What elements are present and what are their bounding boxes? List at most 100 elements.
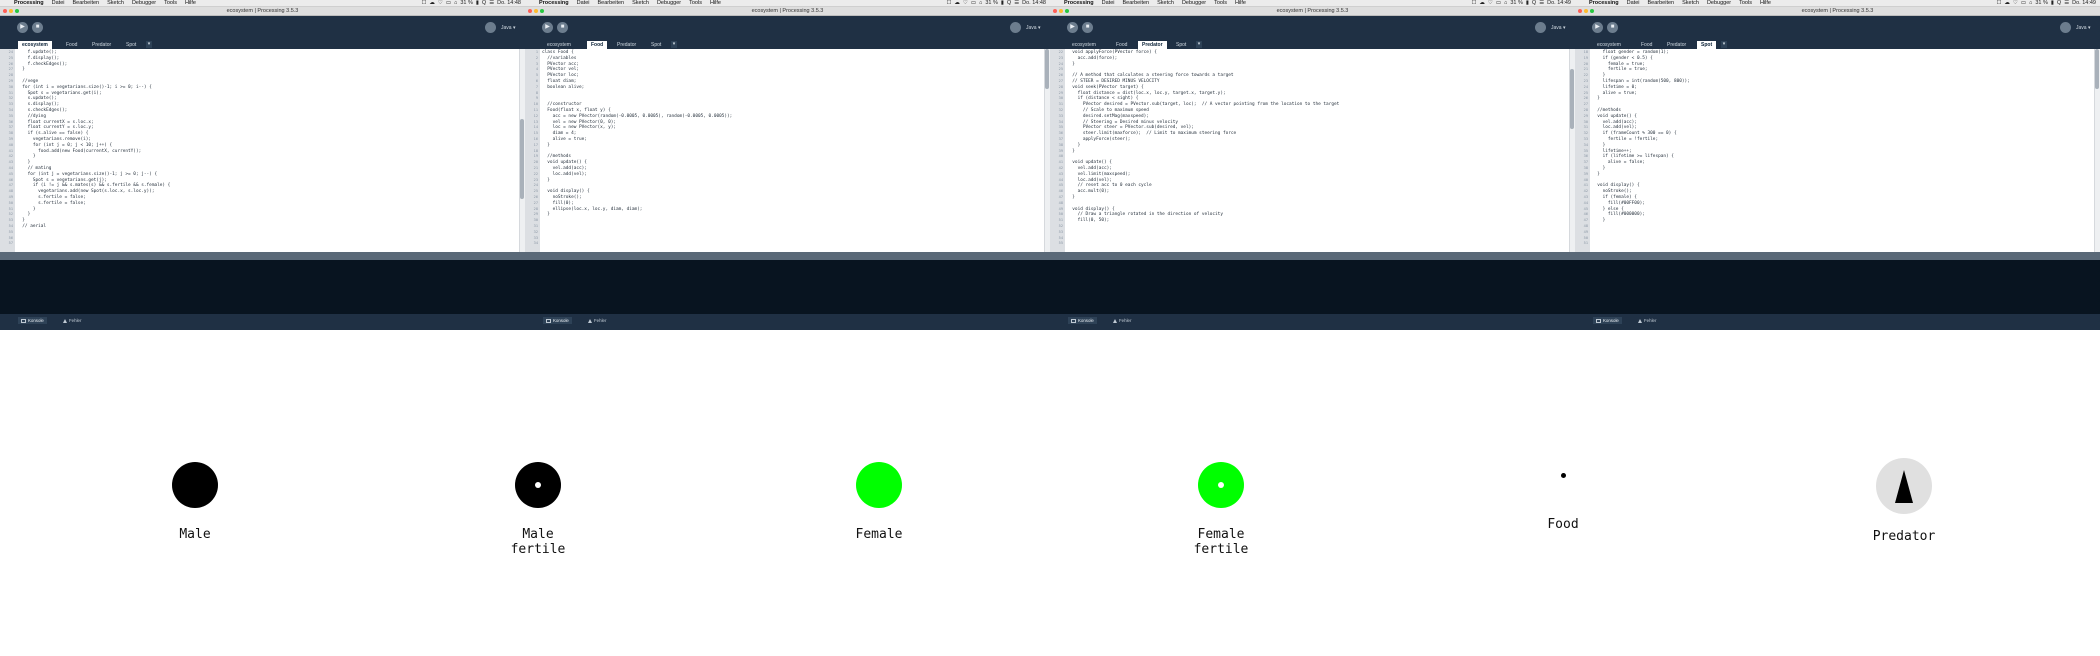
close-window-button[interactable] bbox=[528, 9, 532, 13]
tab-menu-button[interactable]: ▾ bbox=[671, 41, 677, 48]
errors-tab[interactable]: Fehler bbox=[1635, 317, 1659, 324]
errors-tab[interactable]: Fehler bbox=[1110, 317, 1134, 324]
menu-item-5[interactable]: Hilfe bbox=[706, 0, 725, 6]
run-button[interactable]: ▶ bbox=[1592, 22, 1603, 33]
stop-button[interactable]: ■ bbox=[1082, 22, 1093, 33]
run-button[interactable]: ▶ bbox=[542, 22, 553, 33]
scrollbar-thumb[interactable] bbox=[1570, 69, 1574, 129]
status-icon[interactable]: ⌂ bbox=[979, 0, 982, 6]
tab-ecosystem[interactable]: ecosystem bbox=[1593, 41, 1625, 49]
tab-food[interactable]: Food bbox=[1112, 41, 1131, 49]
tab-spot[interactable]: Spot bbox=[647, 41, 665, 49]
status-icon[interactable]: ▮ bbox=[1001, 0, 1004, 6]
tab-food[interactable]: Food bbox=[62, 41, 81, 49]
menu-item-5[interactable]: Hilfe bbox=[181, 0, 200, 6]
tab-ecosystem[interactable]: ecosystem bbox=[1068, 41, 1100, 49]
stop-button[interactable]: ■ bbox=[32, 22, 43, 33]
code-text[interactable]: f.update(); f.display(); f.checkEdges();… bbox=[17, 49, 519, 252]
status-icon[interactable]: ☁ bbox=[429, 0, 435, 6]
status-icon[interactable]: ☁ bbox=[2004, 0, 2010, 6]
status-icon[interactable]: ♡ bbox=[963, 0, 968, 6]
tab-menu-button[interactable]: ▾ bbox=[1721, 41, 1727, 48]
status-icon[interactable]: ☁ bbox=[954, 0, 960, 6]
status-icon[interactable]: ♡ bbox=[2013, 0, 2018, 6]
code-text[interactable]: void applyForce(PVector force) { acc.add… bbox=[1067, 49, 1569, 252]
console-divider[interactable] bbox=[1575, 252, 2100, 260]
status-icon[interactable]: ☐ bbox=[946, 0, 951, 6]
menu-item-1[interactable]: Bearbeiten bbox=[594, 0, 629, 6]
debugger-toggle[interactable] bbox=[485, 22, 496, 33]
run-button[interactable]: ▶ bbox=[17, 22, 28, 33]
zoom-window-button[interactable] bbox=[1590, 9, 1594, 13]
menu-item-1[interactable]: Bearbeiten bbox=[1644, 0, 1679, 6]
zoom-window-button[interactable] bbox=[1065, 9, 1069, 13]
console-tab[interactable]: Konsole bbox=[1068, 317, 1097, 324]
mode-selector[interactable]: Java ▾ bbox=[501, 25, 515, 31]
tab-food[interactable]: Food bbox=[587, 41, 608, 49]
status-icon[interactable]: ☐ bbox=[1996, 0, 2001, 6]
scrollbar-thumb[interactable] bbox=[1045, 49, 1049, 89]
status-icon[interactable]: ▭ bbox=[971, 0, 976, 6]
tab-food[interactable]: Food bbox=[1637, 41, 1656, 49]
mode-selector[interactable]: Java ▾ bbox=[1551, 25, 1565, 31]
stop-button[interactable]: ■ bbox=[557, 22, 568, 33]
status-icon[interactable]: ▮ bbox=[1526, 0, 1529, 6]
menu-item-4[interactable]: Tools bbox=[685, 0, 706, 6]
status-icon[interactable]: Q bbox=[1007, 0, 1011, 6]
menu-item-5[interactable]: Hilfe bbox=[1231, 0, 1250, 6]
editor-scrollbar[interactable] bbox=[2094, 49, 2100, 252]
errors-tab[interactable]: Fehler bbox=[60, 317, 84, 324]
console-tab[interactable]: Konsole bbox=[1593, 317, 1622, 324]
menu-item-0[interactable]: Datei bbox=[1623, 0, 1644, 6]
menu-item-3[interactable]: Debugger bbox=[128, 0, 160, 6]
status-icon[interactable]: ▮ bbox=[2051, 0, 2054, 6]
zoom-window-button[interactable] bbox=[540, 9, 544, 13]
menu-item-2[interactable]: Sketch bbox=[628, 0, 653, 6]
mode-selector[interactable]: Java ▾ bbox=[1026, 25, 1040, 31]
code-editor[interactable]: 1 2 3 4 5 6 7 8 9 10 11 12 13 14 15 16 17 18 19 20 21 22 23 24 2… bbox=[525, 49, 1050, 252]
menu-item-1[interactable]: Bearbeiten bbox=[1119, 0, 1154, 6]
status-icon[interactable]: Q bbox=[1532, 0, 1536, 6]
menu-item-2[interactable]: Sketch bbox=[1153, 0, 1178, 6]
status-icon[interactable]: 31 % bbox=[985, 0, 998, 6]
app-menu[interactable]: Processing bbox=[535, 0, 573, 6]
app-menu[interactable]: Processing bbox=[1585, 0, 1623, 6]
status-icon[interactable]: ⌂ bbox=[2029, 0, 2032, 6]
minimize-window-button[interactable] bbox=[9, 9, 13, 13]
tab-menu-button[interactable]: ▾ bbox=[1196, 41, 1202, 48]
code-editor[interactable]: 24 25 26 27 28 29 30 31 32 33 34 35 36 37 38 39 40 41 42 43… bbox=[0, 49, 525, 252]
status-icon[interactable]: 31 % bbox=[2035, 0, 2048, 6]
menu-item-5[interactable]: Hilfe bbox=[1756, 0, 1775, 6]
menu-item-0[interactable]: Datei bbox=[48, 0, 69, 6]
status-icon[interactable]: ▭ bbox=[446, 0, 451, 6]
close-window-button[interactable] bbox=[1053, 9, 1057, 13]
status-icon[interactable]: ♡ bbox=[438, 0, 443, 6]
tab-spot[interactable]: Spot bbox=[1697, 41, 1717, 49]
tab-predator[interactable]: Predator bbox=[88, 41, 115, 49]
status-icon[interactable]: ☰ bbox=[2064, 0, 2069, 6]
app-menu[interactable]: Processing bbox=[1060, 0, 1098, 6]
console-divider[interactable] bbox=[525, 252, 1050, 260]
status-icon[interactable]: ▭ bbox=[1496, 0, 1501, 6]
close-window-button[interactable] bbox=[3, 9, 7, 13]
menu-item-0[interactable]: Datei bbox=[1098, 0, 1119, 6]
tab-menu-button[interactable]: ▾ bbox=[146, 41, 152, 48]
status-icon[interactable]: ▮ bbox=[476, 0, 479, 6]
tab-predator[interactable]: Predator bbox=[613, 41, 640, 49]
menu-item-1[interactable]: Bearbeiten bbox=[69, 0, 104, 6]
menu-item-3[interactable]: Debugger bbox=[653, 0, 685, 6]
menu-item-2[interactable]: Sketch bbox=[1678, 0, 1703, 6]
status-icon[interactable]: ♡ bbox=[1488, 0, 1493, 6]
zoom-window-button[interactable] bbox=[15, 9, 19, 13]
tab-spot[interactable]: Spot bbox=[122, 41, 140, 49]
scrollbar-thumb[interactable] bbox=[2095, 49, 2099, 89]
code-text[interactable]: class Food { //variables PVector acc; PV… bbox=[542, 49, 1044, 252]
debugger-toggle[interactable] bbox=[1010, 22, 1021, 33]
run-button[interactable]: ▶ bbox=[1067, 22, 1078, 33]
code-editor[interactable]: 18 19 20 21 22 23 24 25 26 27 28 29 30 31 32 33 34 35 36 37… bbox=[1575, 49, 2100, 252]
minimize-window-button[interactable] bbox=[534, 9, 538, 13]
status-icon[interactable]: ▭ bbox=[2021, 0, 2026, 6]
console-tab[interactable]: Konsole bbox=[543, 317, 572, 324]
menu-item-3[interactable]: Debugger bbox=[1178, 0, 1210, 6]
console-divider[interactable] bbox=[0, 252, 525, 260]
